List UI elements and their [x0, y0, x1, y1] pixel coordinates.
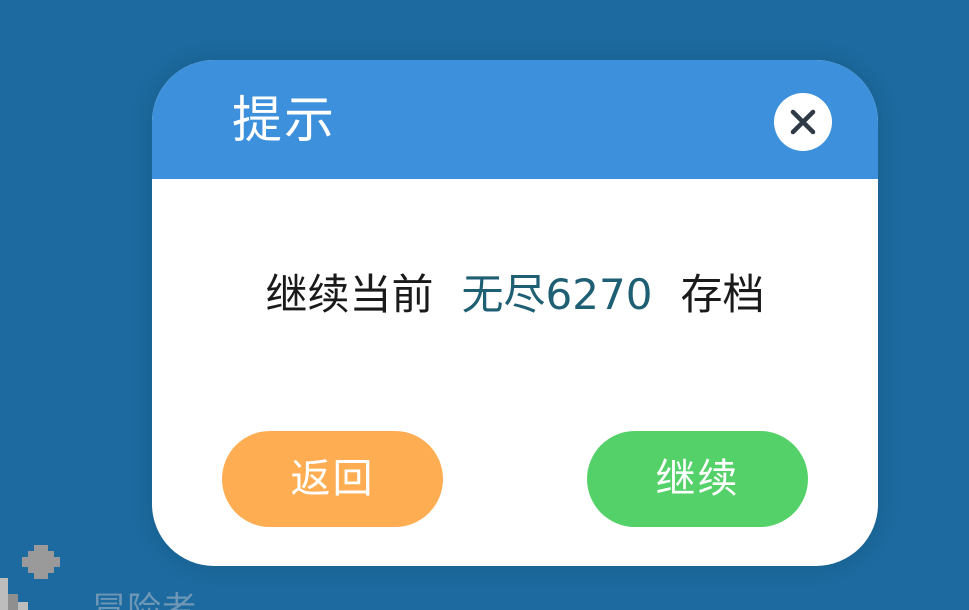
- dialog-title: 提示: [232, 91, 336, 149]
- prompt-dialog: 提示 继续当前 无尽6270 存档 返回 继续: [152, 60, 878, 566]
- dialog-message: 继续当前 无尽6270 存档: [152, 265, 878, 325]
- message-prefix: 继续当前: [265, 270, 434, 319]
- back-button[interactable]: 返回: [222, 431, 443, 527]
- close-icon: [790, 109, 816, 135]
- close-button[interactable]: [774, 93, 832, 151]
- message-suffix: 存档: [680, 270, 765, 319]
- continue-button[interactable]: 继续: [587, 431, 808, 527]
- background-player-label: 冒险者: [92, 590, 197, 610]
- save-slot-name: 无尽6270: [461, 270, 653, 319]
- dialog-header: 提示: [152, 60, 878, 179]
- pixel-sprite-fragment: [0, 578, 28, 610]
- game-screen: 冒险者 提示 继续当前 无尽6270 存档 返回 继续: [0, 0, 969, 610]
